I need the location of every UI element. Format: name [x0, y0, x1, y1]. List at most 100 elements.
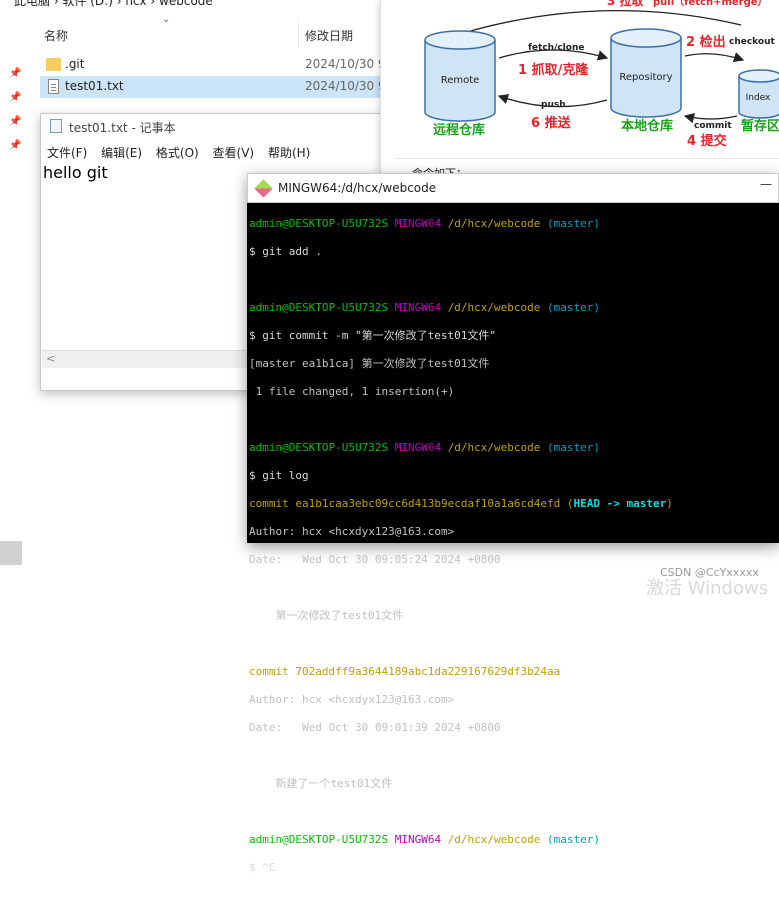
prompt-user: admin@DESKTOP-U5U732S	[249, 441, 389, 454]
remote-label: Remote	[441, 75, 480, 86]
pin-icon[interactable]: 📌	[9, 140, 21, 151]
sort-chevron-icon[interactable]: ⌄	[162, 14, 170, 25]
head-ref: HEAD -> master	[573, 497, 667, 510]
terminal-titlebar[interactable]: MINGW64:/d/hcx/webcode —	[247, 173, 779, 203]
pull-step-label: 3 拉取	[607, 0, 644, 8]
pin-icon[interactable]: 📌	[9, 116, 21, 127]
horizontal-scrollbar[interactable]: <	[42, 350, 250, 368]
menu-format[interactable]: 格式(O)	[156, 146, 199, 160]
pin-icon[interactable]: 📌	[9, 92, 21, 103]
remote-cylinder-top	[424, 30, 496, 50]
commit-hash-line: commit 702addff9a3644189abc1da229167629d…	[249, 665, 561, 678]
stage-cn-label: 暂存区	[741, 118, 779, 134]
push-step-label: 6 推送	[531, 115, 572, 131]
date-line: Date: Wed Oct 30 09:05:24 2024 +0800	[249, 553, 501, 566]
push-label: push	[541, 100, 566, 110]
repository-cylinder-top	[610, 28, 682, 48]
prompt-path: /d/hcx/webcode	[447, 217, 541, 230]
file-date: 2024/10/30 9	[305, 79, 386, 93]
command-line: $ git add .	[249, 245, 322, 258]
file-row-git[interactable]: .git 2024/10/30 9	[40, 54, 386, 76]
fetch-step-label: 1 抓取/克隆	[518, 62, 589, 78]
diagram-canvas: 3 拉取 pull（fetch+merge） Remote Repository…	[424, 0, 779, 149]
prompt-env: MINGW64	[394, 217, 442, 230]
prompt-path: /d/hcx/webcode	[447, 833, 541, 846]
prompt-path: /d/hcx/webcode	[447, 441, 541, 454]
command-line: $ ^C	[249, 861, 276, 874]
pull-detail-label: pull（fetch+merge）	[653, 0, 768, 8]
scroll-left-icon[interactable]: <	[46, 352, 55, 365]
prompt-branch: (master)	[547, 217, 601, 230]
command-line: $ git log	[249, 469, 309, 482]
divider	[395, 158, 779, 159]
ref-open: (	[560, 497, 574, 510]
remote-cn-label: 远程仓库	[433, 122, 485, 138]
minimize-icon[interactable]: —	[760, 177, 772, 191]
column-separator[interactable]	[298, 22, 299, 48]
menu-help[interactable]: 帮助(H)	[268, 146, 310, 160]
local-cn-label: 本地仓库	[621, 118, 673, 134]
author-line: Author: hcx <hcxdyx123@163.com>	[249, 693, 455, 706]
terminal-title: MINGW64:/d/hcx/webcode	[278, 181, 437, 195]
csdn-watermark: CSDN @CcYxxxxx	[660, 566, 759, 579]
commit-hash: commit ea1b1caa3ebc09cc6d413b9ecdaf10a1a…	[249, 497, 561, 510]
file-name: .git	[65, 57, 85, 71]
terminal-window[interactable]: MINGW64:/d/hcx/webcode — admin@DESKTOP-U…	[247, 173, 779, 874]
taskbar-strip	[0, 541, 22, 565]
commit-message: 第一次修改了test01文件	[249, 609, 404, 622]
fetch-clone-label: fetch/clone	[528, 43, 584, 53]
prompt-branch: (master)	[547, 441, 601, 454]
output-line: 1 file changed, 1 insertion(+)	[249, 385, 455, 398]
prompt-user: admin@DESKTOP-U5U732S	[249, 217, 389, 230]
author-line: Author: hcx <hcxdyx123@163.com>	[249, 525, 455, 538]
git-workflow-diagram: 3 拉取 pull（fetch+merge） Remote Repository…	[380, 0, 779, 185]
output-line: [master ea1b1ca] 第一次修改了test01文件	[249, 357, 490, 370]
checkout-step-label: 2 检出	[686, 34, 726, 50]
terminal-output[interactable]: admin@DESKTOP-U5U732S MINGW64 /d/hcx/web…	[249, 203, 777, 874]
checkout-arrow	[684, 52, 745, 63]
prompt-line: admin@DESKTOP-U5U732S MINGW64 /d/hcx/web…	[249, 441, 777, 455]
text-file-icon	[48, 79, 59, 94]
column-header-name[interactable]: 名称	[44, 27, 68, 44]
pin-icon[interactable]: 📌	[9, 68, 21, 79]
commit-hash-line: commit ea1b1caa3ebc09cc6d413b9ecdaf10a1a…	[249, 497, 777, 511]
file-date: 2024/10/30 9	[305, 57, 386, 71]
notepad-editor[interactable]: hello git	[43, 163, 108, 182]
prompt-env: MINGW64	[394, 833, 442, 846]
date-line: Date: Wed Oct 30 09:01:39 2024 +0800	[249, 721, 501, 734]
prompt-path: /d/hcx/webcode	[447, 301, 541, 314]
breadcrumb[interactable]: 此电脑 › 软件 (D:) › hcx › webcode	[14, 0, 213, 9]
prompt-branch: (master)	[547, 301, 601, 314]
commit-message: 新建了一个test01文件	[249, 777, 393, 790]
folder-icon	[46, 58, 61, 71]
prompt-line: admin@DESKTOP-U5U732S MINGW64 /d/hcx/web…	[249, 833, 777, 847]
git-diamond-icon	[254, 179, 273, 198]
menu-edit[interactable]: 编辑(E)	[101, 146, 142, 160]
repository-label: Repository	[619, 72, 672, 83]
file-row-test01[interactable]: test01.txt 2024/10/30 9	[40, 76, 386, 98]
commit-step-label: 4 提交	[687, 133, 727, 149]
menu-view[interactable]: 查看(V)	[213, 146, 255, 160]
commit-label: commit	[694, 121, 732, 131]
prompt-branch: (master)	[547, 833, 601, 846]
commit-arrow	[683, 112, 738, 124]
index-cylinder-top	[738, 69, 779, 83]
prompt-user: admin@DESKTOP-U5U732S	[249, 833, 389, 846]
prompt-user: admin@DESKTOP-U5U732S	[249, 301, 389, 314]
command-line: $ git commit -m "第一次修改了test01文件"	[249, 329, 496, 342]
column-header-date[interactable]: 修改日期	[305, 27, 353, 44]
prompt-line: admin@DESKTOP-U5U732S MINGW64 /d/hcx/web…	[249, 301, 777, 315]
prompt-line: admin@DESKTOP-U5U732S MINGW64 /d/hcx/web…	[249, 217, 777, 231]
prompt-env: MINGW64	[394, 301, 442, 314]
file-name: test01.txt	[65, 79, 124, 93]
checkout-label: checkout	[729, 37, 776, 47]
notepad-title: test01.txt - 记事本	[69, 121, 176, 135]
ref-close: )	[666, 497, 673, 510]
menu-file[interactable]: 文件(F)	[47, 146, 87, 160]
notepad-icon	[50, 119, 62, 133]
